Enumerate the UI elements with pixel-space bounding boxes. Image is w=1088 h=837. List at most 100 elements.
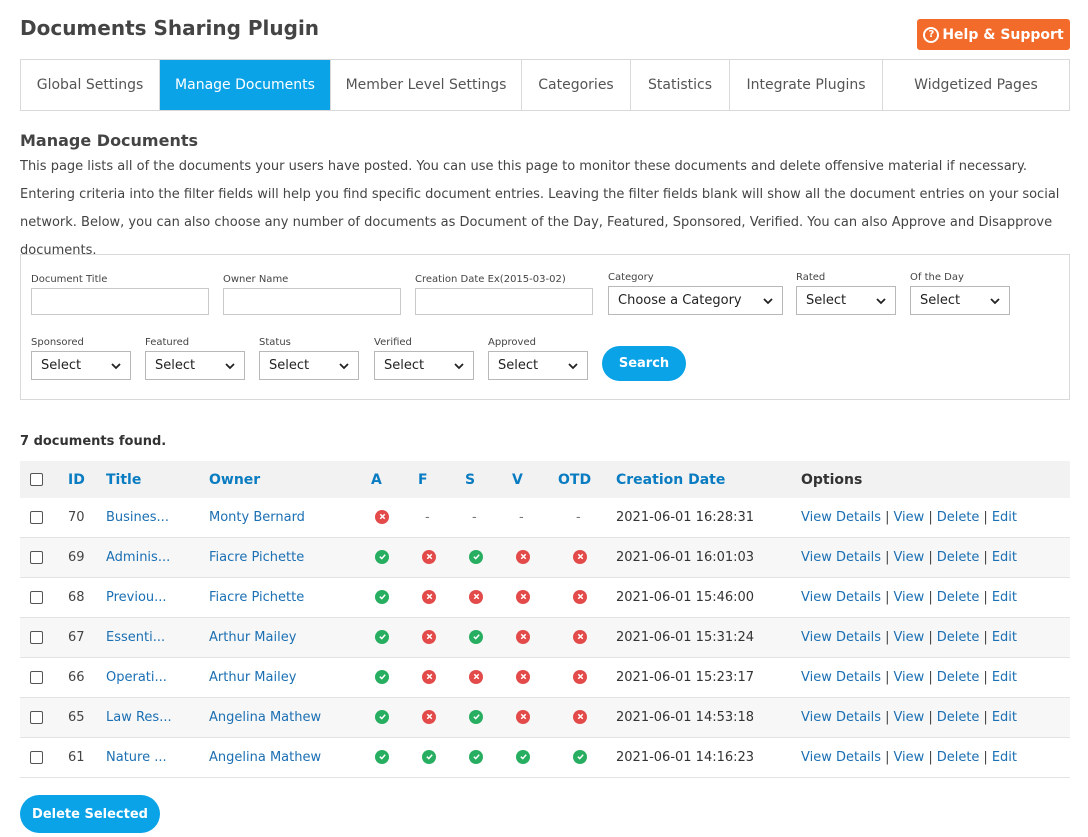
- verified-cross-icon[interactable]: [516, 549, 530, 564]
- verified-cross-icon[interactable]: [516, 669, 530, 684]
- delete-selected-button[interactable]: Delete Selected: [20, 795, 160, 833]
- view-link[interactable]: View: [893, 550, 924, 565]
- featured-cross-icon[interactable]: [422, 669, 436, 684]
- tab-statistics[interactable]: Statistics: [631, 60, 730, 110]
- document-title-input[interactable]: [31, 288, 209, 315]
- otd-cross-icon[interactable]: [573, 709, 587, 724]
- sponsored-check-icon[interactable]: [469, 549, 483, 564]
- verified-select[interactable]: Select: [374, 351, 474, 380]
- view-link[interactable]: View: [893, 670, 924, 685]
- verified-cross-icon[interactable]: [516, 629, 530, 644]
- sponsored-check-icon[interactable]: [469, 709, 483, 724]
- view-link[interactable]: View: [893, 630, 924, 645]
- view-link[interactable]: View: [893, 510, 924, 525]
- view-details-link[interactable]: View Details: [801, 630, 881, 645]
- header-featured[interactable]: F: [418, 472, 428, 488]
- approved-check-icon[interactable]: [375, 669, 389, 684]
- owner-name-input[interactable]: [223, 288, 401, 315]
- approved-cross-icon[interactable]: [375, 509, 389, 524]
- header-approved[interactable]: A: [371, 472, 382, 488]
- edit-link[interactable]: Edit: [992, 510, 1017, 525]
- row-owner-link[interactable]: Arthur Mailey: [209, 670, 296, 685]
- edit-link[interactable]: Edit: [992, 590, 1017, 605]
- approved-select[interactable]: Select: [488, 351, 588, 380]
- delete-link[interactable]: Delete: [937, 550, 980, 565]
- creation-date-input[interactable]: [415, 288, 593, 315]
- category-select[interactable]: Choose a Category: [608, 286, 783, 315]
- row-title-link[interactable]: Operati...: [106, 670, 167, 685]
- search-button[interactable]: Search: [602, 346, 686, 381]
- edit-link[interactable]: Edit: [992, 630, 1017, 645]
- header-sponsored[interactable]: S: [465, 472, 475, 488]
- view-details-link[interactable]: View Details: [801, 670, 881, 685]
- view-link[interactable]: View: [893, 750, 924, 765]
- row-title-link[interactable]: Law Res...: [106, 710, 172, 725]
- delete-link[interactable]: Delete: [937, 630, 980, 645]
- edit-link[interactable]: Edit: [992, 550, 1017, 565]
- row-title-link[interactable]: Previou...: [106, 590, 167, 605]
- row-checkbox[interactable]: [30, 631, 43, 644]
- featured-check-icon[interactable]: [422, 749, 436, 764]
- edit-link[interactable]: Edit: [992, 750, 1017, 765]
- featured-select[interactable]: Select: [145, 351, 245, 380]
- view-details-link[interactable]: View Details: [801, 590, 881, 605]
- tab-member-level-settings[interactable]: Member Level Settings: [331, 60, 522, 110]
- otd-cross-icon[interactable]: [573, 629, 587, 644]
- header-owner[interactable]: Owner: [209, 472, 260, 488]
- tab-global-settings[interactable]: Global Settings: [21, 60, 160, 110]
- row-title-link[interactable]: Busines...: [106, 510, 169, 525]
- tab-integrate-plugins[interactable]: Integrate Plugins: [730, 60, 883, 110]
- featured-cross-icon[interactable]: [422, 709, 436, 724]
- row-owner-link[interactable]: Arthur Mailey: [209, 630, 296, 645]
- header-id[interactable]: ID: [68, 472, 85, 488]
- verified-cross-icon[interactable]: [516, 589, 530, 604]
- row-title-link[interactable]: Essenti...: [106, 630, 165, 645]
- edit-link[interactable]: Edit: [992, 670, 1017, 685]
- of-the-day-select[interactable]: Select: [910, 286, 1010, 315]
- row-checkbox[interactable]: [30, 751, 43, 764]
- row-checkbox[interactable]: [30, 671, 43, 684]
- sponsored-select[interactable]: Select: [31, 351, 131, 380]
- delete-link[interactable]: Delete: [937, 590, 980, 605]
- rated-select[interactable]: Select: [796, 286, 896, 315]
- tab-widgetized-pages[interactable]: Widgetized Pages: [883, 60, 1069, 110]
- sponsored-cross-icon[interactable]: [469, 589, 483, 604]
- sponsored-check-icon[interactable]: [469, 749, 483, 764]
- otd-cross-icon[interactable]: [573, 589, 587, 604]
- view-details-link[interactable]: View Details: [801, 550, 881, 565]
- view-link[interactable]: View: [893, 710, 924, 725]
- header-creation-date[interactable]: Creation Date: [616, 472, 725, 488]
- row-title-link[interactable]: Adminis...: [106, 550, 170, 565]
- edit-link[interactable]: Edit: [992, 710, 1017, 725]
- approved-check-icon[interactable]: [375, 589, 389, 604]
- approved-check-icon[interactable]: [375, 709, 389, 724]
- help-support-button[interactable]: ? Help & Support: [917, 19, 1070, 50]
- delete-link[interactable]: Delete: [937, 510, 980, 525]
- select-all-checkbox[interactable]: [30, 473, 43, 486]
- sponsored-check-icon[interactable]: [469, 629, 483, 644]
- row-owner-link[interactable]: Angelina Mathew: [209, 750, 321, 765]
- otd-cross-icon[interactable]: [573, 669, 587, 684]
- row-checkbox[interactable]: [30, 511, 43, 524]
- featured-cross-icon[interactable]: [422, 589, 436, 604]
- delete-link[interactable]: Delete: [937, 670, 980, 685]
- verified-cross-icon[interactable]: [516, 709, 530, 724]
- row-title-link[interactable]: Nature ...: [106, 750, 167, 765]
- approved-check-icon[interactable]: [375, 549, 389, 564]
- row-owner-link[interactable]: Monty Bernard: [209, 510, 305, 525]
- otd-cross-icon[interactable]: [573, 549, 587, 564]
- approved-check-icon[interactable]: [375, 629, 389, 644]
- row-checkbox[interactable]: [30, 551, 43, 564]
- status-select[interactable]: Select: [259, 351, 359, 380]
- header-title[interactable]: Title: [106, 472, 141, 488]
- row-owner-link[interactable]: Fiacre Pichette: [209, 550, 304, 565]
- delete-link[interactable]: Delete: [937, 710, 980, 725]
- header-otd[interactable]: OTD: [558, 472, 591, 488]
- row-owner-link[interactable]: Fiacre Pichette: [209, 590, 304, 605]
- sponsored-cross-icon[interactable]: [469, 669, 483, 684]
- tab-manage-documents[interactable]: Manage Documents: [160, 60, 331, 110]
- tab-categories[interactable]: Categories: [522, 60, 631, 110]
- verified-check-icon[interactable]: [516, 749, 530, 764]
- view-link[interactable]: View: [893, 590, 924, 605]
- header-verified[interactable]: V: [512, 472, 523, 488]
